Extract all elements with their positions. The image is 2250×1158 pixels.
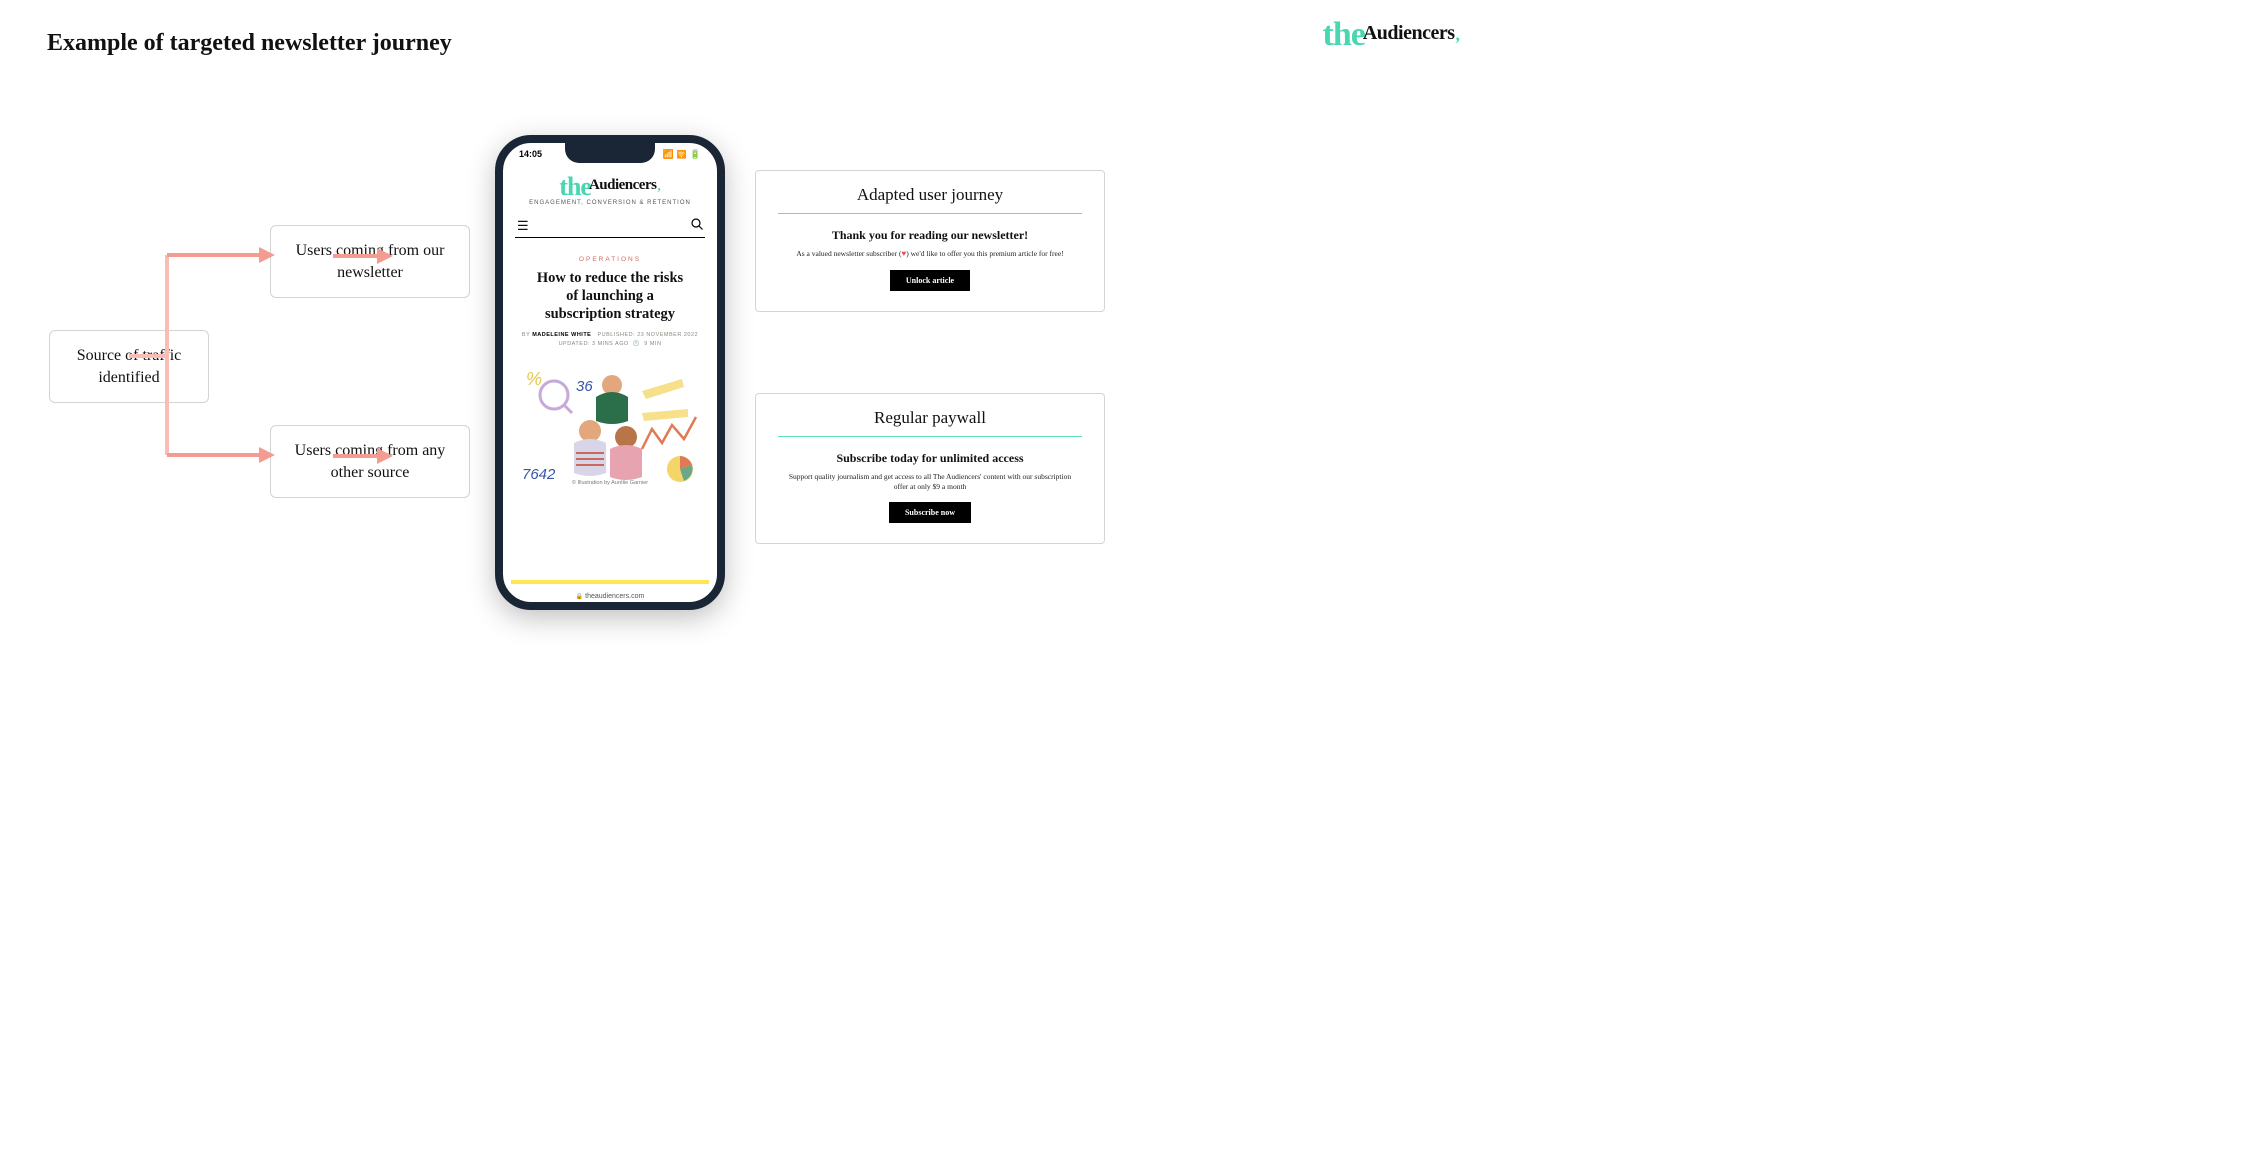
card-regular-headline: Subscribe today for unlimited access — [778, 451, 1082, 466]
published-label: PUBLISHED: — [597, 332, 635, 338]
slide-title: Example of targeted newsletter journey — [47, 30, 452, 57]
hamburger-icon[interactable]: ☰ — [517, 219, 529, 232]
cellular-icon: 📶 — [663, 149, 674, 160]
phone-nav: ☰ — [515, 214, 705, 238]
article-illustration: % 36 7642 — [514, 357, 706, 492]
card-adapted-title: Adapted user journey — [778, 185, 1082, 205]
wifi-icon: 🛜 — [677, 150, 687, 159]
card-regular-title: Regular paywall — [778, 408, 1082, 428]
article-title: How to reduce the risks of launching a s… — [529, 269, 691, 323]
card-divider — [778, 213, 1082, 214]
status-icons: 📶 🛜 🔋 — [663, 149, 701, 160]
browser-url: theaudiencers.com — [576, 593, 645, 600]
card-adapted-body-after: ) we'd like to offer you this premium ar… — [906, 249, 1063, 258]
card-regular-paywall: Regular paywall Subscribe today for unli… — [755, 393, 1105, 544]
card-regular-body: Support quality journalism and get acces… — [778, 472, 1082, 492]
phone-mockup: 14:05 📶 🛜 🔋 the Audiencers , ENGAGEMENT,… — [495, 135, 725, 610]
updated-label: UPDATED: — [559, 341, 590, 347]
brand-logo: the Audiencers , — [1323, 22, 1461, 47]
card-adapted-headline: Thank you for reading our newsletter! — [778, 228, 1082, 243]
article-author: MADELEINE WHITE — [532, 332, 591, 338]
status-time: 14:05 — [519, 149, 542, 160]
phone-logo-audiencers: Audiencers — [589, 177, 657, 194]
unlock-article-button[interactable]: Unlock article — [890, 270, 970, 291]
card-divider — [778, 436, 1082, 437]
phone-logo-comma: , — [657, 178, 660, 194]
phone-brand-logo: the Audiencers , — [513, 177, 707, 196]
logo-the: the — [1323, 23, 1365, 47]
arrow-newsletter-to-phone — [333, 246, 393, 266]
updated-value: 3 MINS AGO — [592, 341, 629, 347]
phone-notch — [565, 143, 655, 163]
connector-split — [129, 250, 279, 460]
logo-audiencers: Audiencers — [1363, 22, 1455, 45]
article-meta: BY MADELEINE WHITE PUBLISHED: 23 NOVEMBE… — [513, 331, 707, 349]
search-icon[interactable] — [691, 218, 703, 233]
reading-progress-bar — [511, 580, 709, 584]
read-time: 9 MIN — [644, 341, 661, 347]
svg-text:%: % — [526, 369, 542, 389]
published-value: 23 NOVEMBER 2022 — [637, 332, 698, 338]
subscribe-now-button[interactable]: Subscribe now — [889, 502, 971, 523]
article-category: OPERATIONS — [513, 256, 707, 263]
logo-comma: , — [1456, 24, 1461, 45]
card-adapted-body: As a valued newsletter subscriber (♥) we… — [778, 249, 1082, 260]
byline-prefix: BY — [522, 332, 530, 338]
battery-icon: 🔋 — [690, 149, 701, 160]
card-adapted-journey: Adapted user journey Thank you for readi… — [755, 170, 1105, 312]
card-adapted-body-before: As a valued newsletter subscriber ( — [796, 249, 901, 258]
arrow-other-to-phone — [333, 446, 393, 466]
svg-text:36: 36 — [576, 378, 593, 395]
phone-tagline: ENGAGEMENT, CONVERSION & RETENTION — [513, 200, 707, 206]
phone-logo-the: the — [559, 178, 591, 196]
illustration-credit: © Illustration by Aurélie Garnier — [514, 480, 706, 486]
